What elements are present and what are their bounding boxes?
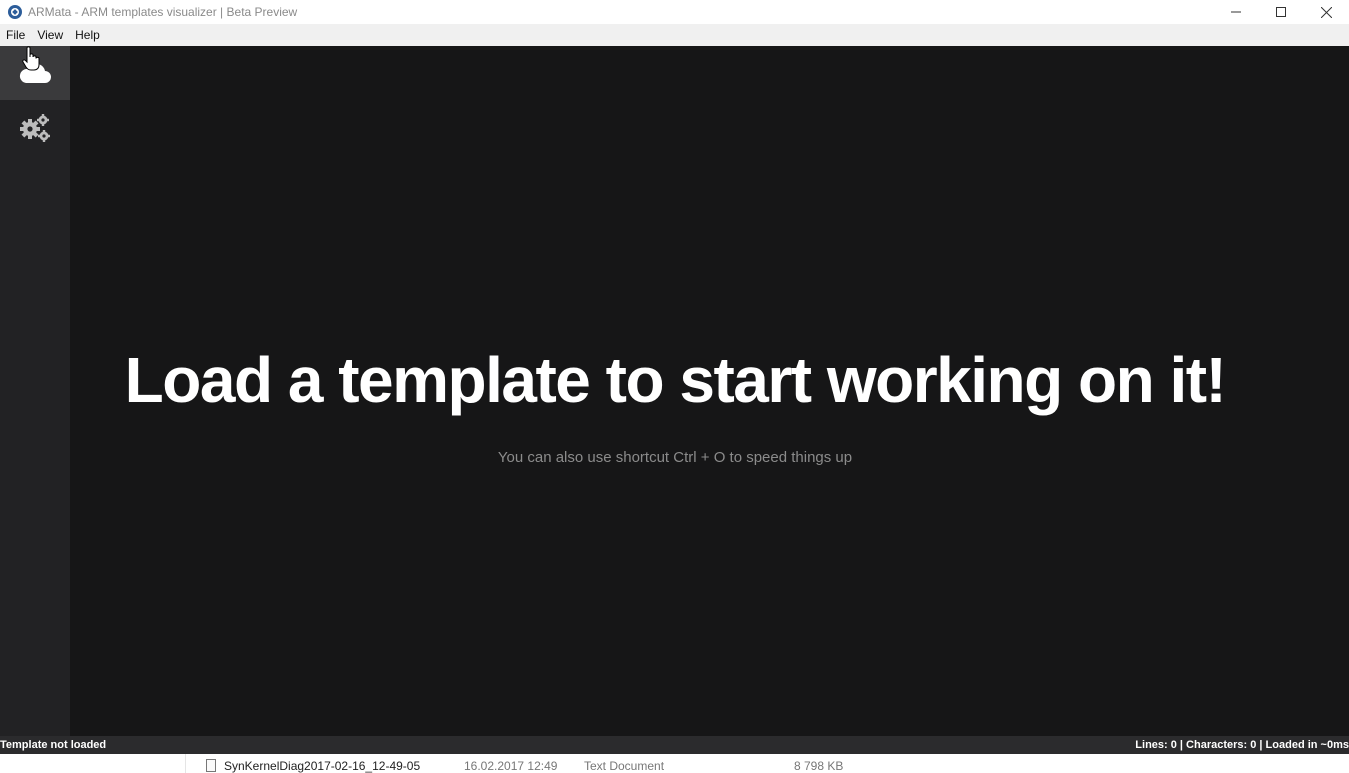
menu-help[interactable]: Help [69, 24, 106, 46]
file-name: SynKernelDiag2017-02-16_12-49-05 [224, 759, 421, 773]
menu-view[interactable]: View [31, 24, 69, 46]
sidebar-item-settings[interactable] [0, 100, 70, 154]
close-icon [1320, 6, 1332, 18]
column-divider [185, 754, 186, 773]
app-logo-icon [8, 5, 22, 19]
minimize-button[interactable] [1213, 0, 1259, 24]
menu-bar: File View Help [0, 24, 1349, 46]
file-type: Text Document [584, 759, 665, 773]
title-bar: ARMata - ARM templates visualizer | Beta… [0, 0, 1349, 24]
empty-state-hint: You can also use shortcut Ctrl + O to sp… [497, 449, 853, 466]
text-file-icon [206, 759, 216, 772]
gears-icon [20, 114, 50, 142]
minimize-icon [1231, 11, 1241, 13]
file-size: 8 798 KB [794, 759, 844, 773]
empty-state-headline: Load a template to start working on it! [124, 344, 1227, 416]
app-window: ARMata - ARM templates visualizer | Beta… [0, 0, 1349, 773]
status-stats: Lines: 0 | Characters: 0 | Loaded in ~0m… [1135, 739, 1349, 751]
menu-file[interactable]: File [0, 24, 31, 46]
background-file-row: SynKernelDiag2017-02-16_12-49-05 16.02.2… [0, 754, 1349, 773]
status-template-state: Template not loaded [0, 739, 107, 751]
window-title: ARMata - ARM templates visualizer | Beta… [28, 5, 298, 19]
close-button[interactable] [1303, 0, 1349, 24]
file-date: 16.02.2017 12:49 [464, 759, 558, 773]
hand-cursor-icon [22, 46, 40, 71]
maximize-icon [1276, 7, 1286, 17]
main-area: Load a template to start working on it! … [70, 46, 1349, 736]
maximize-button[interactable] [1258, 0, 1304, 24]
status-bar: Template not loaded Lines: 0 | Character… [0, 736, 1349, 754]
sidebar [0, 46, 70, 736]
